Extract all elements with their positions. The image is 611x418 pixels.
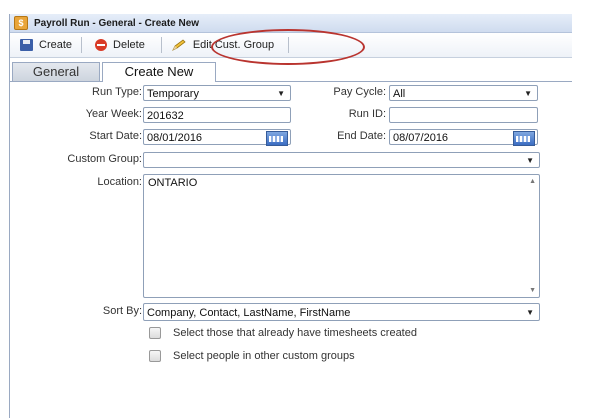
calendar-icon[interactable] <box>513 131 535 146</box>
timesheets-checkbox-label: Select those that already have timesheet… <box>173 327 417 339</box>
toolbar: Create Delete Edit Cust. Group <box>10 33 572 58</box>
location-value: ONTARIO <box>148 177 198 189</box>
timesheets-checkbox[interactable] <box>149 327 161 339</box>
save-disk-icon <box>20 39 33 51</box>
sort-by-select[interactable]: Company, Contact, LastName, FirstName <box>143 303 540 322</box>
custom-group-label: Custom Group: <box>67 153 142 165</box>
start-date-value: 08/01/2016 <box>147 132 203 144</box>
run-type-label: Run Type: <box>92 86 142 98</box>
tab-general[interactable]: General <box>12 62 100 81</box>
tab-create-new[interactable]: Create New <box>102 62 216 82</box>
tab-strip: General Create New <box>10 62 572 82</box>
delete-button-label: Delete <box>113 39 145 51</box>
end-date-input[interactable]: 08/07/2016 <box>389 129 538 146</box>
start-date-label: Start Date: <box>89 130 142 142</box>
sort-by-value: Company, Contact, LastName, FirstName <box>147 307 351 319</box>
toolbar-separator <box>288 37 290 53</box>
title-bar: $ Payroll Run - General - Create New <box>10 14 572 33</box>
location-label: Location: <box>97 176 142 188</box>
checkbox-row-other-groups[interactable]: Select people in other custom groups <box>149 350 355 362</box>
run-type-value: Temporary <box>147 88 199 100</box>
edit-custom-group-label: Edit Cust. Group <box>192 39 275 51</box>
pay-cycle-select[interactable]: All <box>389 85 538 102</box>
pencil-icon <box>171 39 186 51</box>
create-button-label: Create <box>39 39 73 51</box>
scroll-up-arrow-icon[interactable]: ▲ <box>529 178 536 185</box>
delete-icon <box>95 39 108 51</box>
end-date-value: 08/07/2016 <box>393 132 449 144</box>
custom-group-select[interactable] <box>143 152 540 169</box>
app-icon: $ <box>14 16 28 30</box>
other-groups-checkbox[interactable] <box>149 350 161 362</box>
year-week-input[interactable]: 201632 <box>143 107 291 123</box>
window-title: Payroll Run - General - Create New <box>34 17 200 29</box>
delete-button[interactable]: Delete <box>89 35 151 55</box>
create-button[interactable]: Create <box>14 35 78 55</box>
scroll-down-arrow-icon[interactable]: ▼ <box>529 287 536 294</box>
toolbar-separator <box>81 37 83 53</box>
other-groups-checkbox-label: Select people in other custom groups <box>173 350 355 362</box>
checkbox-row-timesheets[interactable]: Select those that already have timesheet… <box>149 327 417 339</box>
year-week-value: 201632 <box>147 110 184 122</box>
start-date-input[interactable]: 08/01/2016 <box>143 129 291 146</box>
run-type-select[interactable]: Temporary <box>143 85 291 102</box>
year-week-label: Year Week: <box>85 108 142 120</box>
run-id-input[interactable] <box>389 107 538 123</box>
end-date-label: End Date: <box>337 130 386 142</box>
create-new-form: Run Type: Temporary Pay Cycle: All Year … <box>10 82 572 418</box>
payroll-run-window: $ Payroll Run - General - Create New Cre… <box>9 14 572 418</box>
run-id-label: Run ID: <box>348 108 386 120</box>
pay-cycle-value: All <box>393 88 406 100</box>
sort-by-label: Sort By: <box>102 305 142 317</box>
toolbar-separator <box>160 37 162 53</box>
pay-cycle-label: Pay Cycle: <box>333 86 386 98</box>
edit-custom-group-button[interactable]: Edit Cust. Group <box>165 35 280 55</box>
calendar-icon[interactable] <box>266 131 288 146</box>
location-textarea[interactable]: ONTARIO ▲ ▼ <box>143 174 540 298</box>
